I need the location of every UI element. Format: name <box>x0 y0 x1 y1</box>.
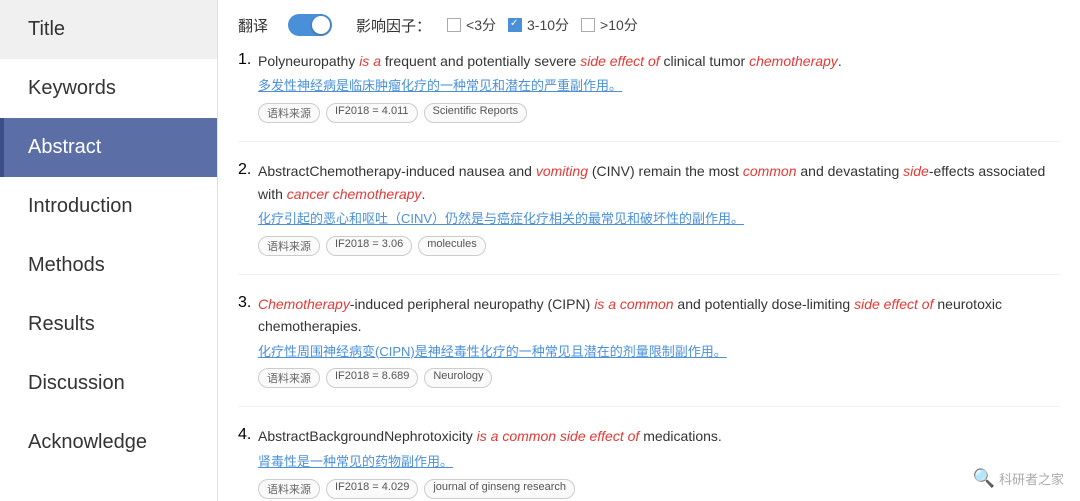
article-zh-0: 多发性神经病是临床肿瘤化疗的一种常见和潜在的严重副作用。 <box>258 76 1060 97</box>
sidebar-item-discussion[interactable]: Discussion <box>0 354 217 413</box>
filter-checkbox-2[interactable] <box>581 18 595 32</box>
article-number-2: 3. <box>238 293 258 389</box>
sidebar-item-acknowledge[interactable]: Acknowledge <box>0 413 217 472</box>
tag-0-1: IF2018 = 4.011 <box>326 103 418 123</box>
sidebar-item-keywords[interactable]: Keywords <box>0 59 217 118</box>
article-zh-2: 化疗性周围神经病变(CIPN)是神经毒性化疗的一种常见且潜在的剂量限制副作用。 <box>258 342 1060 363</box>
watermark-icon: 🔍 <box>973 468 995 489</box>
filter-label-0: <3分 <box>466 15 496 35</box>
article-zh-3: 肾毒性是一种常见的药物副作用。 <box>258 452 1060 473</box>
article-tags-1: 语料来源 IF2018 = 3.06 molecules <box>258 236 1060 256</box>
article-en-2: Chemotherapy-induced peripheral neuropat… <box>258 293 1060 338</box>
filter-checkbox-1[interactable] <box>508 18 522 32</box>
tag-0-2: Scientific Reports <box>424 103 528 123</box>
tag-3-2: journal of ginseng research <box>424 479 575 499</box>
article-tags-0: 语料来源 IF2018 = 4.011 Scientific Reports <box>258 103 1060 123</box>
article-tags-2: 语料来源 IF2018 = 8.689 Neurology <box>258 368 1060 388</box>
article-item-2: 3.Chemotherapy-induced peripheral neurop… <box>238 293 1060 408</box>
article-tags-3: 语料来源 IF2018 = 4.029 journal of ginseng res… <box>258 479 1060 499</box>
tag-2-1: IF2018 = 8.689 <box>326 368 418 388</box>
tag-2-0: 语料来源 <box>258 368 320 388</box>
filter-item-0[interactable]: <3分 <box>447 15 496 35</box>
translate-toggle[interactable] <box>288 14 332 36</box>
article-item-0: 1.Polyneuropathy is a frequent and poten… <box>238 50 1060 142</box>
filter-item-2[interactable]: >10分 <box>581 15 638 35</box>
sidebar-item-abstract[interactable]: Abstract <box>0 118 217 177</box>
article-zh-1: 化疗引起的恶心和呕吐（CINV）仍然是与癌症化疗相关的最常见和破坏性的副作用。 <box>258 209 1060 230</box>
tag-1-1: IF2018 = 3.06 <box>326 236 412 256</box>
filter-label-2: >10分 <box>600 15 638 35</box>
sidebar-item-methods[interactable]: Methods <box>0 236 217 295</box>
sidebar-item-title[interactable]: Title <box>0 0 217 59</box>
sidebar-item-results[interactable]: Results <box>0 295 217 354</box>
sidebar: TitleKeywordsAbstractIntroductionMethods… <box>0 0 218 501</box>
watermark: 🔍 科研者之家 <box>973 468 1064 489</box>
article-list: 1.Polyneuropathy is a frequent and poten… <box>238 50 1060 501</box>
filter-group: <3分 3-10分 >10分 <box>447 15 638 35</box>
tag-1-2: molecules <box>418 236 486 256</box>
tag-3-0: 语料来源 <box>258 479 320 499</box>
article-item-3: 4.AbstractBackgroundNephrotoxicity is a … <box>238 425 1060 501</box>
tag-0-0: 语料来源 <box>258 103 320 123</box>
tag-2-2: Neurology <box>424 368 492 388</box>
tag-1-0: 语料来源 <box>258 236 320 256</box>
tag-3-1: IF2018 = 4.029 <box>326 479 418 499</box>
article-item-1: 2.AbstractChemotherapy-induced nausea an… <box>238 160 1060 275</box>
filter-label-1: 3-10分 <box>527 15 569 35</box>
watermark-text: 科研者之家 <box>999 469 1064 488</box>
main-content: 翻译 影响因子： <3分 3-10分 >10分 1.Polyneuropathy i… <box>218 0 1080 501</box>
article-en-1: AbstractChemotherapy-induced nausea and … <box>258 160 1060 205</box>
translate-label: 翻译 <box>238 15 268 36</box>
article-number-1: 2. <box>238 160 258 256</box>
article-en-0: Polyneuropathy is a frequent and potenti… <box>258 50 1060 72</box>
filter-checkbox-0[interactable] <box>447 18 461 32</box>
sidebar-item-introduction[interactable]: Introduction <box>0 177 217 236</box>
toolbar: 翻译 影响因子： <3分 3-10分 >10分 <box>238 14 1060 36</box>
article-number-0: 1. <box>238 50 258 123</box>
article-en-3: AbstractBackgroundNephrotoxicity is a co… <box>258 425 1060 447</box>
article-number-3: 4. <box>238 425 258 498</box>
filter-item-1[interactable]: 3-10分 <box>508 15 569 35</box>
factor-label: 影响因子： <box>356 15 431 36</box>
